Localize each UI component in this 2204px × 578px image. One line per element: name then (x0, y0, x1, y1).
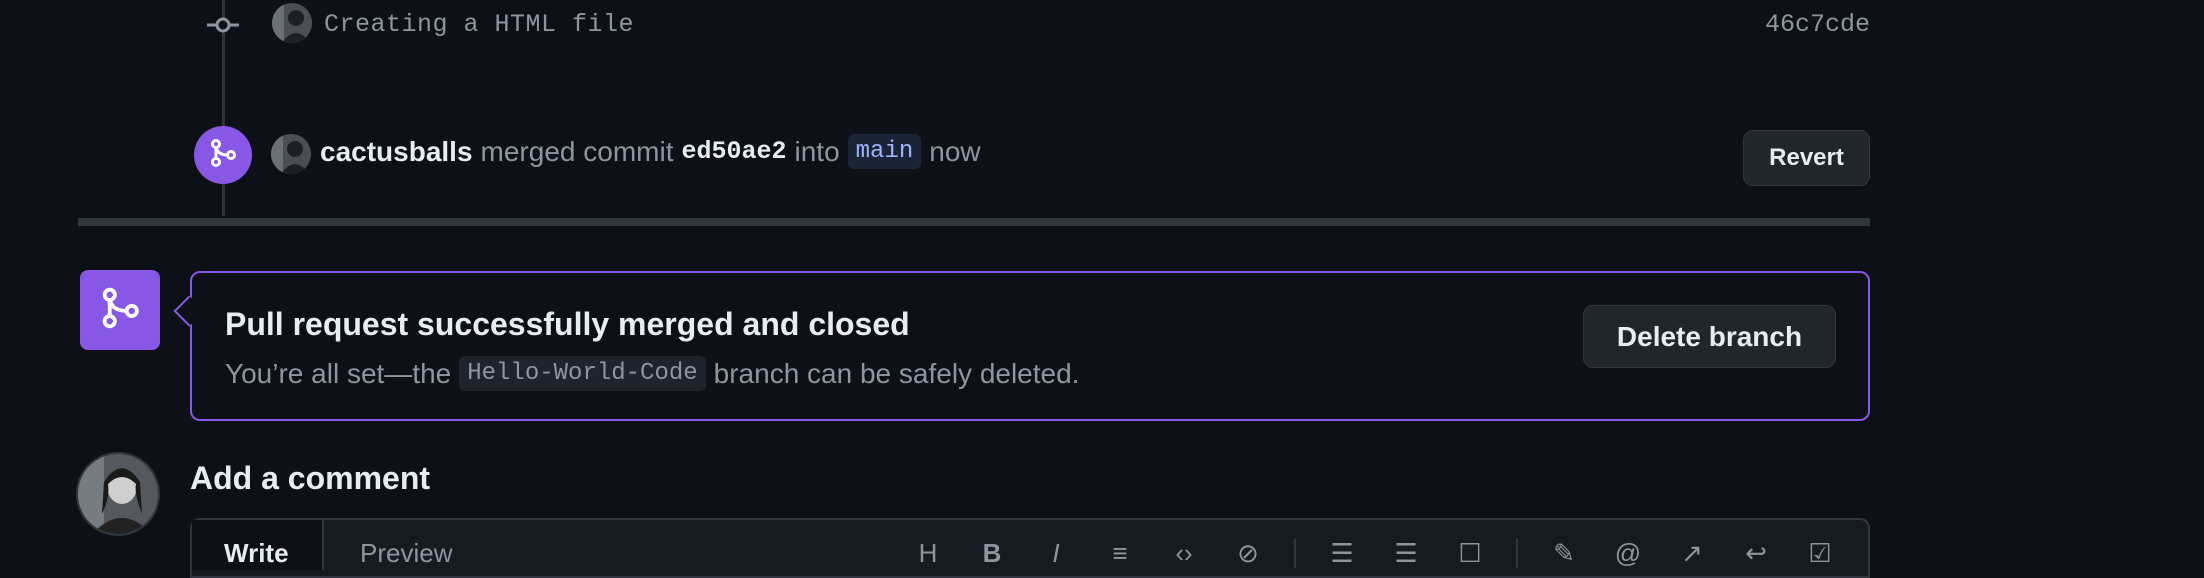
merged-badge (194, 126, 252, 184)
merged-branch-name[interactable]: Hello-World-Code (459, 356, 706, 391)
event-commit-sha[interactable]: ed50ae2 (681, 137, 786, 166)
commit-icon (207, 11, 239, 39)
event-time[interactable]: now (929, 136, 980, 168)
current-user-avatar[interactable] (76, 452, 160, 536)
revert-button[interactable]: Revert (1743, 130, 1870, 186)
tab-write[interactable]: Write (192, 520, 324, 570)
merge-event: cactusballs merged commit ed50ae2 into m… (320, 134, 981, 169)
git-merge-icon (208, 138, 238, 173)
slash-command-icon[interactable]: ☑ (1802, 538, 1838, 568)
merged-description: You’re all set—the Hello-World-Code bran… (225, 356, 1079, 391)
merged-status-icon (80, 270, 160, 350)
attach-icon[interactable]: ✎ (1546, 538, 1582, 568)
toolbar-divider (1294, 538, 1296, 568)
code-icon[interactable]: ‹› (1166, 538, 1202, 568)
merged-title: Pull request successfully merged and clo… (225, 306, 910, 342)
commit-message[interactable]: Creating a HTML file (324, 10, 634, 39)
unordered-list-icon[interactable]: ☰ (1388, 538, 1424, 568)
heading-icon[interactable]: H (910, 538, 946, 568)
task-list-icon[interactable]: ☐ (1452, 538, 1488, 568)
event-into: into (794, 135, 840, 167)
reply-icon[interactable]: ↩ (1738, 538, 1774, 568)
tab-preview[interactable]: Preview (360, 538, 452, 569)
toolbar-divider (1516, 538, 1518, 568)
delete-branch-button[interactable]: Delete branch (1583, 305, 1836, 368)
reference-icon[interactable]: ↗ (1674, 538, 1710, 568)
git-merge-icon (98, 286, 142, 335)
merged-desc-after: branch can be safely deleted. (713, 357, 1080, 389)
event-action: merged commit (480, 135, 674, 167)
link-icon[interactable]: ⊘ (1230, 538, 1266, 568)
mention-icon[interactable]: @ (1610, 538, 1646, 568)
timeline-end-divider (78, 218, 1870, 226)
italic-icon[interactable]: I (1038, 538, 1074, 568)
event-branch[interactable]: main (847, 134, 922, 169)
merged-desc-before: You’re all set—the (225, 357, 452, 389)
markdown-toolbar: H B I ≡ ‹› ⊘ ☰ ☰ ☐ ✎ @ ↗ ↩ ☑ (910, 538, 1838, 568)
commit-sha[interactable]: 46c7cde (1765, 10, 1870, 39)
avatar[interactable] (272, 3, 312, 43)
quote-icon[interactable]: ≡ (1102, 538, 1138, 568)
bold-icon[interactable]: B (974, 538, 1010, 568)
avatar[interactable] (271, 134, 311, 174)
add-comment-title: Add a comment (190, 460, 431, 496)
ordered-list-icon[interactable]: ☰ (1324, 538, 1360, 568)
event-user[interactable]: cactusballs (320, 136, 473, 168)
